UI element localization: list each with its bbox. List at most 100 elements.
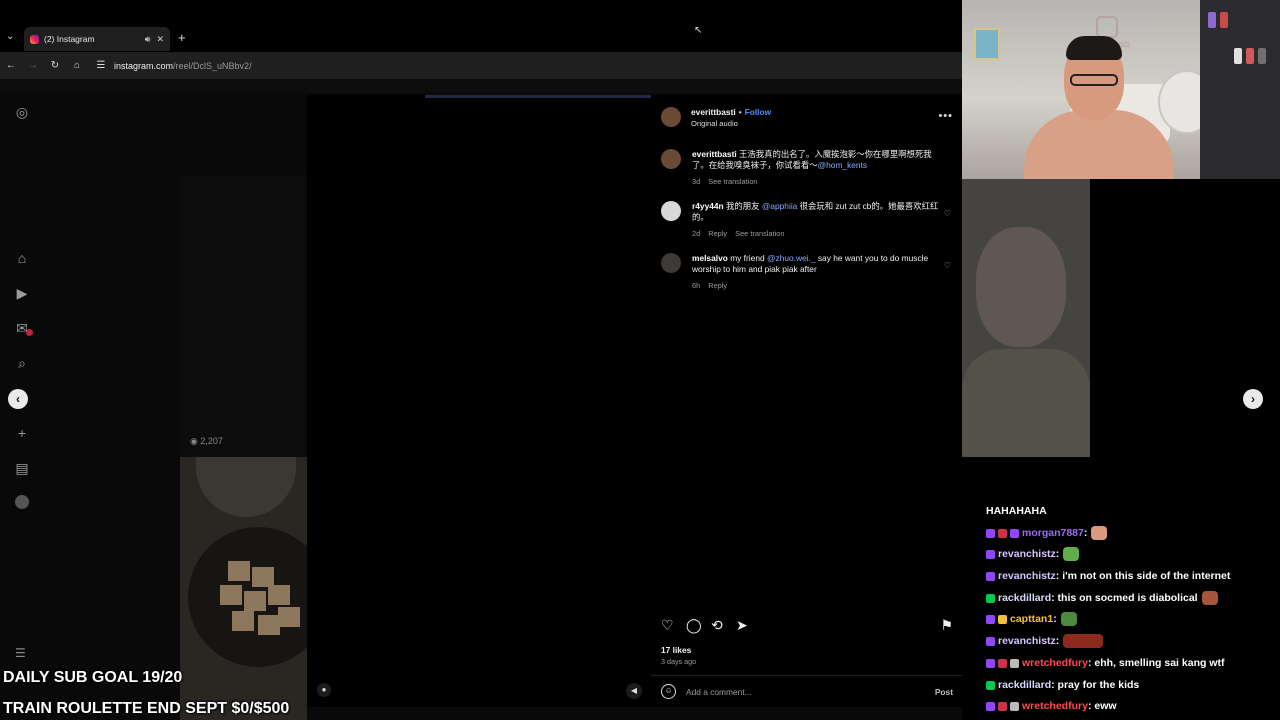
- chat-message: rackdillard: this on socmed is diabolica…: [986, 590, 1218, 606]
- mute-toggle-icon[interactable]: ◀: [626, 683, 642, 699]
- comment-mention[interactable]: @zhuo.wei._: [767, 253, 816, 263]
- chat-message: wretchedfury: ehh, smelling sai kang wtf: [986, 655, 1224, 671]
- dashboard-nav-icon[interactable]: ▤: [13, 459, 31, 477]
- previous-post-button[interactable]: ‹: [8, 389, 28, 409]
- more-options-icon[interactable]: •••: [938, 110, 953, 122]
- commenter-avatar[interactable]: [661, 201, 681, 221]
- sub-badge-icon: [986, 571, 995, 581]
- gift-badge-icon: [998, 701, 1007, 711]
- comment-body: melsalvo my friend @zhuo.wei._ say he wa…: [692, 253, 942, 275]
- comment-text-before: 我的朋友: [726, 201, 762, 211]
- speaker-icon[interactable]: 🔊︎: [145, 34, 151, 45]
- reels-nav-icon[interactable]: ▶: [13, 284, 31, 302]
- author-username[interactable]: everittbasti: [691, 107, 736, 117]
- chat-text: eww: [1094, 700, 1117, 712]
- follow-button[interactable]: Follow: [745, 107, 772, 117]
- shelf-item: [1234, 48, 1242, 64]
- chat-text: i'm not on this side of the internet: [1062, 570, 1231, 582]
- vip-badge-icon: [1010, 528, 1019, 538]
- like-comment-icon[interactable]: ♡: [944, 261, 951, 270]
- save-icon[interactable]: ⚑: [940, 616, 953, 634]
- sub-badge-icon: [986, 636, 995, 646]
- commenter-avatar[interactable]: [661, 149, 681, 169]
- chat-username[interactable]: wretchedfury: [1022, 657, 1088, 669]
- commenter-avatar[interactable]: [661, 253, 681, 273]
- see-translation-link[interactable]: See translation: [735, 229, 784, 238]
- emoji-icon[interactable]: ☺: [661, 684, 676, 699]
- sub-badge-icon: [986, 528, 995, 538]
- chat-text: ehh, smelling sai kang wtf: [1094, 657, 1225, 669]
- instagram-logo-icon[interactable]: ◎: [13, 103, 31, 121]
- wall-poster: [974, 28, 1000, 60]
- site-info-icon[interactable]: ☰: [94, 60, 108, 71]
- likes-count[interactable]: 17 likes: [661, 645, 691, 655]
- chat-username[interactable]: revanchistz: [998, 548, 1056, 560]
- commenter-username[interactable]: everittbasti: [692, 149, 737, 159]
- see-translation-link[interactable]: See translation: [708, 177, 757, 186]
- home-icon[interactable]: ⌂: [66, 60, 88, 71]
- chat-username[interactable]: revanchistz: [998, 635, 1056, 647]
- reel-video[interactable]: ● ◀: [307, 95, 847, 707]
- forward-icon[interactable]: →: [22, 60, 44, 71]
- commenter-username[interactable]: melsalvo: [692, 253, 728, 263]
- original-audio-link[interactable]: Original audio: [691, 119, 738, 128]
- streamer-torso: [1024, 110, 1174, 179]
- views-value: 2,207: [200, 436, 223, 446]
- url-path: /reel/DclS_uNBbv2/: [173, 60, 252, 71]
- browser-tab-bar: ⌄ (2) Instagram 🔊︎ ✕ + ↖: [0, 0, 962, 52]
- create-nav-icon[interactable]: +: [13, 424, 31, 442]
- screen: ⌄ (2) Instagram 🔊︎ ✕ + ↖ ← → ↻ ⌂ ☰ insta…: [0, 0, 1280, 720]
- comment-icon[interactable]: ◯: [686, 616, 702, 634]
- chat-message: capttan1:: [986, 611, 1077, 627]
- comment-mention[interactable]: @hom_kents: [818, 160, 867, 170]
- home-nav-icon[interactable]: ⌂: [13, 249, 31, 267]
- search-nav-icon[interactable]: ⌕: [13, 354, 31, 372]
- tofu-piece: [268, 585, 290, 605]
- post-comment-button[interactable]: Post: [935, 687, 953, 697]
- chat-username[interactable]: wretchedfury: [1022, 700, 1088, 712]
- like-comment-icon[interactable]: ♡: [944, 209, 951, 218]
- reload-icon[interactable]: ↻: [44, 60, 66, 71]
- close-icon[interactable]: ✕: [156, 34, 164, 45]
- comment-time: 6h: [692, 281, 701, 290]
- chat-message: wretchedfury: eww: [986, 698, 1117, 714]
- share-icon[interactable]: ➤: [736, 616, 748, 634]
- instagram-favicon: [30, 34, 39, 44]
- background-views-count: ◉ 2,207: [190, 436, 223, 446]
- shelf-item: [1258, 48, 1266, 64]
- next-post-button[interactable]: ›: [1243, 389, 1263, 409]
- notification-badge: [26, 329, 33, 336]
- comment-mention[interactable]: @apphiia: [762, 201, 798, 211]
- more-menu-icon[interactable]: ☰: [15, 646, 29, 660]
- url-field[interactable]: instagram.com/reel/DclS_uNBbv2/: [114, 61, 252, 71]
- browser-tab[interactable]: (2) Instagram 🔊︎ ✕: [24, 27, 170, 51]
- comment-body: everittbasti 王浩我真的出名了。入魔挨泡影～你在哪里啊想死我了。在给…: [692, 149, 942, 171]
- chat-text: this on socmed is diabolical: [1057, 592, 1198, 604]
- profile-avatar[interactable]: [15, 495, 29, 509]
- chat-text: pray for the kids: [1057, 679, 1140, 691]
- chat-username[interactable]: rackdillard: [998, 592, 1051, 604]
- shelf-item: [1246, 48, 1254, 64]
- background-food-thumbnail: [180, 457, 307, 720]
- chat-username[interactable]: revanchistz: [998, 570, 1056, 582]
- chat-username[interactable]: capttan1: [1010, 613, 1053, 625]
- tagged-user-icon[interactable]: ●: [317, 683, 331, 697]
- back-icon[interactable]: ←: [0, 60, 22, 71]
- chat-message: HAHAHAHA: [986, 503, 1047, 519]
- sub-badge-icon: [986, 549, 995, 559]
- new-tab-icon[interactable]: +: [178, 31, 186, 44]
- reply-link[interactable]: Reply: [708, 229, 727, 238]
- chat-username[interactable]: rackdillard: [998, 679, 1051, 691]
- like-icon[interactable]: ♡: [661, 616, 674, 634]
- reply-link[interactable]: Reply: [708, 281, 727, 290]
- sub-badge-icon: [986, 701, 995, 711]
- repost-icon[interactable]: ⟲: [711, 616, 723, 634]
- bits-badge-icon: [998, 614, 1007, 624]
- commenter-username[interactable]: r4yy44n: [692, 201, 724, 211]
- comment-input[interactable]: Add a comment...: [686, 687, 752, 697]
- author-avatar[interactable]: [661, 107, 681, 127]
- streamer-glasses: [1070, 74, 1118, 86]
- tab-list-icon[interactable]: ⌄: [6, 31, 14, 42]
- chat-username[interactable]: morgan7887: [1022, 527, 1084, 539]
- shelf-shape: [1200, 0, 1280, 179]
